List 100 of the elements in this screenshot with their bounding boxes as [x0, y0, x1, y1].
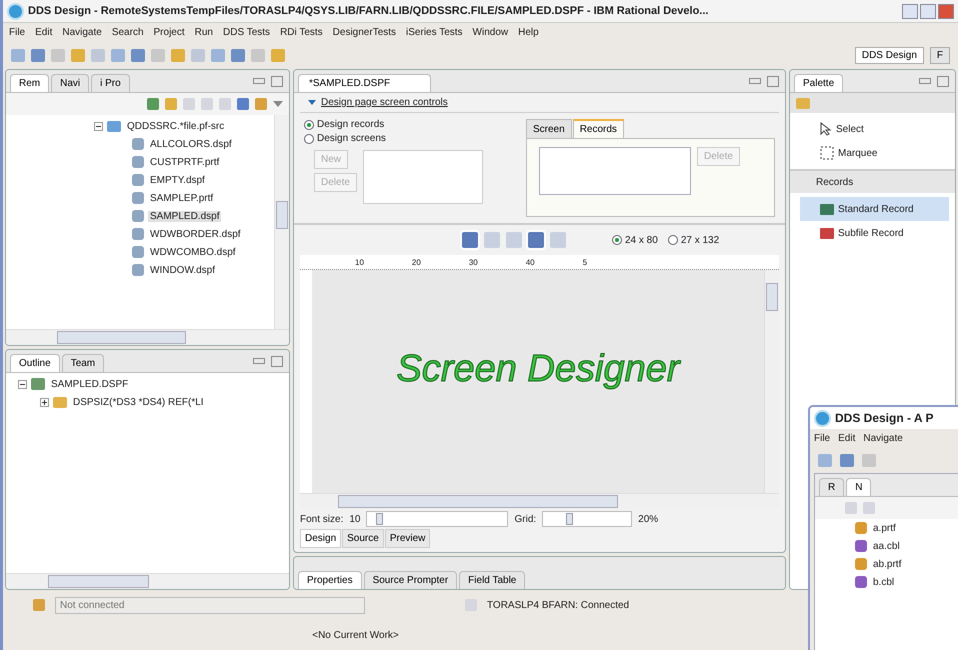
horizontal-scrollbar[interactable] — [6, 573, 289, 589]
tree-item[interactable]: SAMPLEP.prtf — [148, 192, 216, 204]
radio-icon[interactable] — [304, 134, 314, 144]
current-work: <No Current Work> — [312, 630, 399, 640]
radio-icon[interactable] — [304, 120, 314, 130]
tree-item[interactable]: SAMPLED.DSPF — [49, 378, 130, 390]
close-icon[interactable] — [938, 4, 954, 18]
font-size-label: Font size: — [300, 514, 344, 524]
app-icon — [814, 410, 831, 426]
menu-item[interactable]: iSeries Tests — [406, 26, 463, 38]
expand-arrow-icon[interactable] — [308, 100, 316, 105]
window-title: DDS Design - RemoteSystemsTempFiles/TORASLP4/QSYS.LIB/FARN.LIB/QDDSSRC.FILE/SAMPLED.DSPF - IBM Rational Develo... — [28, 5, 710, 17]
perspective-button[interactable]: DDS Design — [854, 46, 924, 64]
ruler-number: 10 — [355, 258, 364, 266]
maximize-icon[interactable] — [937, 76, 949, 87]
view-tab[interactable]: R — [819, 478, 844, 496]
menu-item[interactable]: Help — [518, 26, 539, 38]
menu-item[interactable]: Navigate — [62, 26, 102, 38]
canvas-title: Screen Designer — [396, 348, 680, 391]
window-title: DDS Design - A P — [835, 411, 934, 425]
radio-label[interactable]: Design records — [317, 119, 384, 130]
palette-item[interactable]: Standard Record — [800, 197, 949, 221]
radio-label[interactable]: 24 x 80 — [625, 234, 658, 246]
menu-item[interactable]: Window — [472, 26, 508, 38]
screens-list[interactable] — [362, 150, 483, 204]
tree-item[interactable]: b.cbl — [871, 576, 896, 588]
radio-button[interactable]: Design records — [304, 119, 514, 130]
collapse-toggle-icon[interactable] — [18, 380, 27, 388]
radio-icon[interactable] — [612, 235, 622, 245]
expand-toggle-icon[interactable] — [40, 398, 49, 406]
grid-slider[interactable] — [542, 511, 632, 527]
maximize-icon[interactable] — [271, 356, 283, 367]
tree-item[interactable]: WINDOW.dspf — [148, 264, 218, 276]
menu-item[interactable]: File — [9, 26, 26, 38]
size-option[interactable]: 27 x 132 — [668, 234, 720, 246]
palette-tool[interactable]: Select — [800, 117, 949, 141]
minimize-icon[interactable] — [253, 358, 265, 364]
tree-item[interactable]: CUSTPRTF.prtf — [148, 156, 222, 168]
menu-item[interactable]: Navigate — [863, 432, 903, 444]
tree-item[interactable]: ALLCOLORS.dspf — [148, 138, 234, 150]
editor-tab[interactable]: *SAMPLED.DSPF — [298, 74, 432, 92]
menu-item[interactable]: File — [814, 432, 830, 444]
radio-label[interactable]: Design screens — [317, 133, 386, 144]
view-tab[interactable]: Field Table — [459, 571, 526, 589]
tree-item[interactable]: WDWBORDER.dspf — [148, 228, 243, 240]
size-option[interactable]: 24 x 80 — [612, 234, 658, 246]
page-tab[interactable]: Preview — [384, 529, 430, 548]
menu-item[interactable]: Edit — [35, 26, 52, 38]
perspective-button[interactable]: F — [930, 46, 950, 64]
menu-item[interactable]: DesignerTests — [332, 26, 396, 38]
records-list[interactable] — [539, 147, 691, 195]
minimize-icon[interactable] — [749, 78, 761, 84]
tree-item[interactable]: QDDSSRC.*file.pf-src — [125, 120, 226, 132]
maximize-icon[interactable] — [271, 76, 283, 87]
page-tab[interactable]: Source — [342, 529, 384, 548]
view-tab[interactable]: i Pro — [91, 74, 130, 92]
menu-item[interactable]: RDi Tests — [280, 26, 323, 38]
radio-icon[interactable] — [668, 235, 678, 245]
font-size-slider[interactable] — [366, 511, 508, 527]
view-tab[interactable]: Outline — [10, 354, 60, 372]
view-menu-icon[interactable] — [273, 101, 283, 107]
radio-label[interactable]: 27 x 132 — [680, 234, 720, 246]
minimize-icon[interactable] — [919, 78, 931, 84]
page-tab[interactable]: Design — [300, 529, 342, 548]
tree-item[interactable]: WDWCOMBO.dspf — [148, 246, 238, 258]
radio-button[interactable]: Design screens — [304, 133, 514, 144]
vertical-scrollbar[interactable] — [274, 115, 289, 329]
section-link[interactable]: Design page screen controls — [321, 97, 448, 108]
maximize-icon[interactable] — [767, 76, 779, 87]
tree-item[interactable]: SAMPLED.dspf — [148, 210, 222, 222]
connection-status: TORASLP4 BFARN: Connected — [487, 600, 630, 610]
view-tab[interactable]: N — [846, 478, 872, 496]
horizontal-scrollbar[interactable] — [6, 329, 289, 345]
menu-item[interactable]: Edit — [838, 432, 856, 444]
tree-item[interactable]: a.prtf — [871, 522, 898, 534]
menu-item[interactable]: DDS Tests — [223, 26, 270, 38]
ruler-number: 20 — [412, 258, 421, 266]
vertical-scrollbar[interactable] — [764, 270, 779, 493]
view-tab[interactable]: Palette — [794, 74, 844, 92]
view-tab[interactable]: Team — [62, 354, 104, 372]
view-tab[interactable]: Properties — [298, 571, 362, 589]
tree-item[interactable]: DSPSIZ(*DS3 *DS4) REF(*LI — [71, 396, 206, 408]
tree-item[interactable]: ab.prtf — [871, 558, 904, 570]
sub-tab[interactable]: Records — [572, 119, 624, 138]
view-tab[interactable]: Rem — [10, 74, 50, 92]
view-tab[interactable]: Source Prompter — [364, 571, 458, 589]
palette-drawer[interactable]: Records — [790, 169, 955, 193]
maximize-icon[interactable] — [920, 4, 936, 18]
menu-item[interactable]: Run — [194, 26, 213, 38]
minimize-icon[interactable] — [902, 4, 918, 18]
view-tab[interactable]: Navi — [51, 74, 90, 92]
palette-item[interactable]: Subfile Record — [800, 221, 949, 245]
menu-item[interactable]: Search — [112, 26, 144, 38]
menu-item[interactable]: Project — [154, 26, 185, 38]
palette-tool[interactable]: Marquee — [800, 141, 949, 165]
tree-item[interactable]: EMPTY.dspf — [148, 174, 207, 186]
sub-tab[interactable]: Screen — [526, 119, 572, 138]
tree-item[interactable]: aa.cbl — [871, 540, 902, 552]
collapse-toggle-icon[interactable] — [94, 122, 103, 130]
minimize-icon[interactable] — [253, 78, 265, 84]
